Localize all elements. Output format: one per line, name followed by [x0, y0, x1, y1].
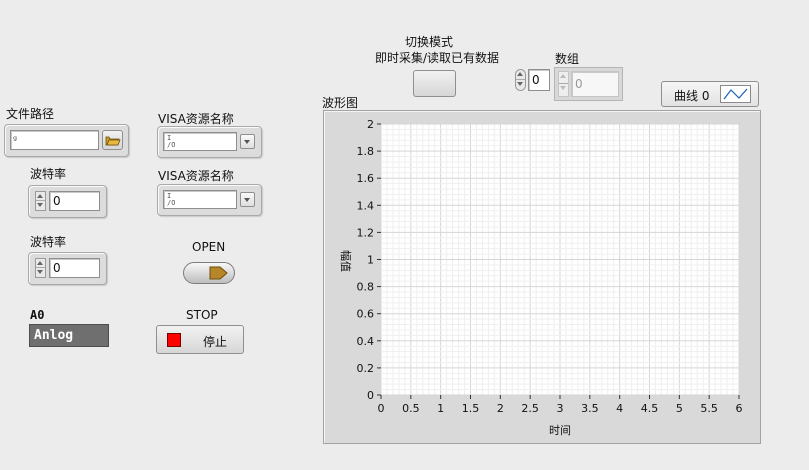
baud-rate-1-spinner[interactable] — [35, 191, 46, 211]
file-path-control: ᵍ — [4, 124, 129, 157]
y-tick-label: 0.2 — [357, 362, 375, 375]
baud-rate-1-label: 波特率 — [30, 167, 67, 181]
array-element-spinner[interactable] — [558, 71, 569, 97]
array-index-input[interactable]: 0 — [528, 69, 550, 91]
decrement-icon — [37, 270, 43, 274]
array-element-input[interactable]: 0 — [571, 71, 619, 97]
x-tick-label: 5.5 — [700, 402, 718, 415]
graph-label: 波形图 — [322, 96, 359, 110]
y-tick-label: 1 — [367, 254, 374, 267]
decrement-icon — [560, 86, 566, 90]
mode-switch-label-1: 切换模式 — [405, 35, 454, 49]
x-tick-label: 2 — [497, 402, 504, 415]
x-tick-label: 5 — [676, 402, 683, 415]
x-tick-label: 4.5 — [641, 402, 659, 415]
y-axis-title: 幅值 — [339, 250, 352, 272]
visa-1-control: I/O — [157, 126, 262, 158]
stop-label: STOP — [186, 308, 218, 322]
baud-rate-2-control: 0 — [28, 252, 107, 285]
file-path-field[interactable]: ᵍ — [10, 130, 99, 150]
stop-button-text: 停止 — [203, 335, 228, 349]
y-tick-label: 1.4 — [357, 199, 375, 212]
baud-rate-2-spinner[interactable] — [35, 258, 46, 278]
y-tick-label: 1.8 — [357, 145, 375, 158]
array-element-frame: 0 — [554, 67, 623, 101]
increment-icon — [37, 194, 43, 198]
x-tick-label: 6 — [736, 402, 743, 415]
array-control: 0 0 — [513, 67, 623, 101]
stop-led-icon — [167, 333, 181, 347]
y-tick-label: 0.6 — [357, 308, 375, 321]
waveform-graph: 0 0.5 1 1.5 2 2.5 3 3.5 4 4.5 5 5.5 6 0 0.2 0.4 0.6 0.8 1… — [323, 110, 761, 444]
x-tick-label: 2.5 — [521, 402, 539, 415]
increment-icon — [517, 72, 523, 76]
x-tick-label: 0.5 — [402, 402, 420, 415]
increment-icon — [37, 261, 43, 265]
y-tick-label: 1.6 — [357, 172, 375, 185]
array-label: 数组 — [555, 52, 580, 66]
mode-switch-label-2: 即时采集/读取已有数据 — [375, 51, 500, 65]
decrement-icon — [517, 82, 523, 86]
y-axis: 0 0.2 0.4 0.6 0.8 1 1.2 1.4 1.6 1.8 2 — [357, 118, 381, 402]
baud-rate-2-label: 波特率 — [30, 235, 67, 249]
visa-icon: I/O — [167, 192, 176, 207]
y-tick-label: 0 — [367, 389, 374, 402]
x-axis-title: 时间 — [549, 424, 571, 437]
visa-2-control: I/O — [157, 184, 262, 216]
folder-icon — [105, 136, 121, 146]
y-tick-label: 2 — [367, 118, 374, 131]
graph-canvas[interactable]: 0 0.5 1 1.5 2 2.5 3 3.5 4 4.5 5 5.5 6 0 0.2 0.4 0.6 0.8 1… — [324, 111, 760, 443]
y-tick-label: 1.2 — [357, 226, 375, 239]
visa-2-label: VISA资源名称 — [158, 169, 234, 183]
stop-button[interactable]: 停止 — [156, 325, 244, 354]
browse-button[interactable] — [102, 130, 123, 150]
x-tick-label: 4 — [616, 402, 623, 415]
open-label: OPEN — [192, 240, 226, 254]
ao-label: A0 — [30, 308, 45, 322]
visa-icon: I/O — [167, 134, 176, 149]
increment-icon — [560, 74, 566, 78]
labview-front-panel: { "file_path": { "label": "文件路径", "value… — [0, 0, 809, 470]
x-tick-label: 1 — [437, 402, 444, 415]
array-index-spinner[interactable] — [515, 69, 526, 91]
x-tick-label: 3.5 — [581, 402, 599, 415]
y-tick-label: 0.4 — [357, 335, 375, 348]
visa-1-label: VISA资源名称 — [158, 112, 234, 126]
plot-legend[interactable]: 曲线 0 — [661, 81, 759, 107]
baud-rate-2-input[interactable]: 0 — [49, 258, 100, 278]
mode-switch-button[interactable] — [413, 70, 456, 97]
visa-2-dropdown-button[interactable] — [240, 192, 255, 207]
x-tick-label: 0 — [378, 402, 385, 415]
line-style-icon — [720, 85, 751, 103]
x-axis: 0 0.5 1 1.5 2 2.5 3 3.5 4 4.5 5 5.5 6 — [378, 395, 743, 415]
visa-1-field[interactable]: I/O — [163, 132, 237, 151]
x-tick-label: 3 — [557, 402, 564, 415]
file-path-label: 文件路径 — [6, 107, 55, 121]
y-tick-label: 0.8 — [357, 281, 375, 294]
led-arrow-icon — [209, 266, 228, 280]
x-tick-label: 1.5 — [462, 402, 480, 415]
path-icon: ᵍ — [13, 135, 18, 146]
decrement-icon — [37, 203, 43, 207]
plot-legend-name: 曲线 0 — [674, 89, 710, 103]
ao-value-indicator: Anlog — [29, 324, 109, 347]
visa-1-dropdown-button[interactable] — [240, 134, 255, 149]
visa-2-field[interactable]: I/O — [163, 190, 237, 209]
baud-rate-1-input[interactable]: 0 — [49, 191, 100, 211]
open-button[interactable] — [183, 262, 235, 284]
grid — [380, 123, 740, 396]
baud-rate-1-control: 0 — [28, 185, 107, 218]
